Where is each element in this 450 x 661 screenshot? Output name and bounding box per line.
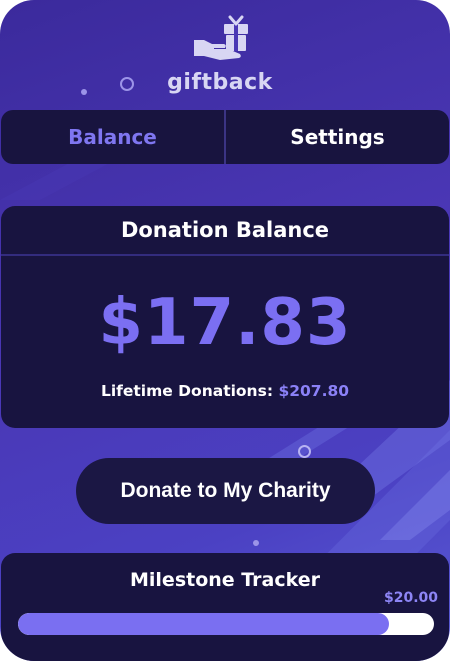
balance-amount: $17.83 xyxy=(98,286,352,360)
lifetime-donations-value: $207.80 xyxy=(278,382,350,400)
milestone-goal: $20.00 xyxy=(383,590,438,606)
donation-balance-card: Donation Balance $17.83 Lifetime Donatio… xyxy=(1,206,449,428)
decor-ring xyxy=(298,445,311,458)
milestone-progress-bar xyxy=(18,613,434,635)
app-window: giftback Balance Settings Donation Balan… xyxy=(0,0,450,661)
milestone-title: Milestone Tracker xyxy=(130,569,320,591)
lifetime-donations-label: Lifetime Donations: xyxy=(100,382,274,400)
lifetime-donations: Lifetime Donations: $207.80 xyxy=(1,382,449,400)
gift-hand-icon xyxy=(194,15,248,60)
tab-settings[interactable]: Settings xyxy=(226,110,449,164)
app-logo-text: giftback xyxy=(167,70,273,95)
decor-dot xyxy=(253,540,259,546)
milestone-tracker-card: Milestone Tracker $20.00 xyxy=(1,553,449,661)
donate-button[interactable]: Donate to My Charity xyxy=(76,458,375,524)
tab-balance[interactable]: Balance xyxy=(1,110,224,164)
tab-bar: Balance Settings xyxy=(1,110,449,164)
milestone-progress-fill xyxy=(18,613,389,635)
donation-balance-title: Donation Balance xyxy=(1,206,449,256)
